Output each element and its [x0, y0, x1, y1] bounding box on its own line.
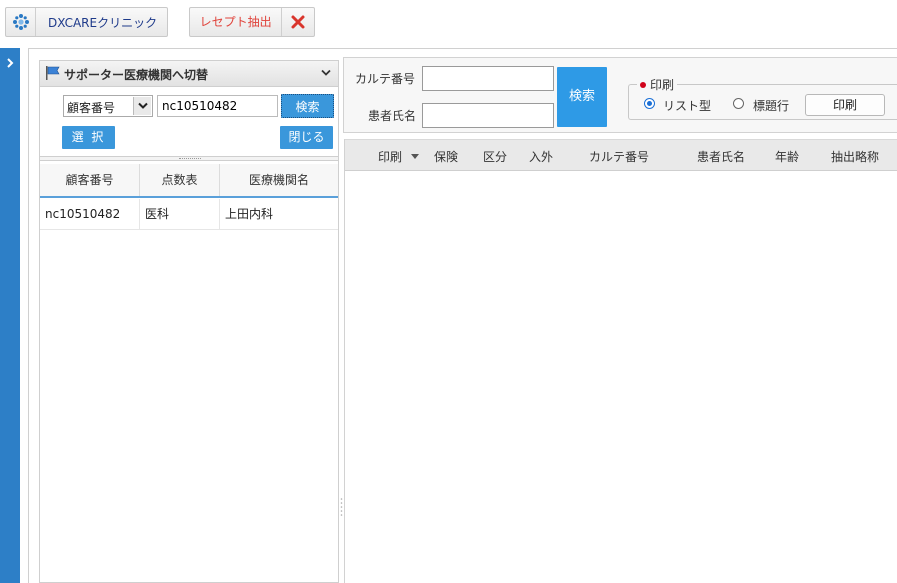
print-legend-label: 印刷 — [650, 78, 675, 92]
flag-icon — [46, 66, 60, 80]
print-options-group: 印刷 リスト型 標題行 印刷 — [628, 76, 897, 120]
receipt-extract-button[interactable]: レセプト抽出 — [189, 7, 315, 37]
column-header-in-out[interactable]: 入外 — [529, 148, 553, 165]
panel-header[interactable]: サポーター医療機関へ切替 — [40, 61, 338, 87]
receipt-extract-label: レセプト抽出 — [190, 8, 283, 36]
patient-name-input[interactable] — [422, 103, 554, 128]
required-dot-icon — [640, 81, 646, 88]
column-header-chart-number[interactable]: カルテ番号 — [589, 148, 649, 165]
supporter-switch-panel: サポーター医療機関へ切替 顧客番号 検索 選 択 閉じる 顧客番号 点数表 医療… — [39, 60, 339, 583]
search-button[interactable]: 検索 — [281, 94, 334, 118]
receipt-grid: 印刷 保険 区分 入外 カルテ番号 患者氏名 年齢 抽出略称 — [344, 139, 897, 583]
customer-number-input[interactable] — [157, 95, 278, 117]
receipt-grid-header: 印刷 保険 区分 入外 カルテ番号 患者氏名 年齢 抽出略称 — [345, 139, 897, 171]
dxcare-clinic-label: DXCAREクリニック — [48, 15, 158, 30]
print-button[interactable]: 印刷 — [805, 94, 885, 116]
column-header-customer-number[interactable]: 顧客番号 — [40, 164, 140, 196]
radio-list-type[interactable] — [644, 98, 655, 109]
chevron-down-icon[interactable] — [321, 69, 331, 77]
close-button[interactable]: 閉じる — [280, 126, 333, 149]
search-type-value: 顧客番号 — [67, 101, 116, 115]
column-header-patient-name[interactable]: 患者氏名 — [697, 148, 745, 165]
institution-grid-header: 顧客番号 点数表 医療機関名 — [40, 164, 338, 198]
cell-institution-name: 上田内科 — [225, 207, 274, 221]
sidebar-toggle[interactable] — [0, 48, 20, 583]
column-header-institution-name[interactable]: 医療機関名 — [220, 164, 338, 196]
column-header-age[interactable]: 年齢 — [775, 148, 799, 165]
panel-title: サポーター医療機関へ切替 — [64, 68, 209, 82]
search-type-select[interactable]: 顧客番号 — [63, 95, 153, 117]
column-header-insurance[interactable]: 保険 — [434, 148, 458, 165]
panel-splitter[interactable] — [40, 156, 338, 161]
print-legend: 印刷 — [637, 76, 678, 93]
cell-score-table: 医科 — [140, 199, 220, 229]
close-icon[interactable] — [282, 8, 314, 36]
chevron-down-icon — [133, 97, 151, 115]
chart-number-input[interactable] — [422, 66, 554, 91]
resize-handle[interactable] — [340, 497, 343, 517]
sort-down-icon[interactable] — [411, 154, 419, 159]
radio-title-row[interactable] — [733, 98, 744, 109]
chevron-right-icon — [7, 58, 14, 68]
radio-title-row-label[interactable]: 標題行 — [753, 97, 789, 114]
gear-flower-icon — [6, 8, 36, 36]
select-button[interactable]: 選 択 — [62, 126, 115, 149]
column-header-extract-abbrev[interactable]: 抽出略称 — [831, 148, 879, 165]
search-button-main[interactable]: 検索 — [557, 67, 607, 127]
column-header-category[interactable]: 区分 — [483, 148, 507, 165]
patient-name-label: 患者氏名 — [368, 109, 417, 123]
radio-list-type-label[interactable]: リスト型 — [663, 97, 711, 114]
dxcare-clinic-button[interactable]: DXCAREクリニック — [5, 7, 168, 37]
column-header-print[interactable]: 印刷 — [378, 148, 402, 165]
cell-customer-number: nc10510482 — [40, 199, 140, 229]
column-header-score-table[interactable]: 点数表 — [140, 164, 220, 196]
table-row[interactable]: nc10510482 医科 上田内科 — [40, 199, 338, 230]
receipt-grid-body — [345, 171, 897, 583]
chart-number-label: カルテ番号 — [355, 72, 416, 86]
